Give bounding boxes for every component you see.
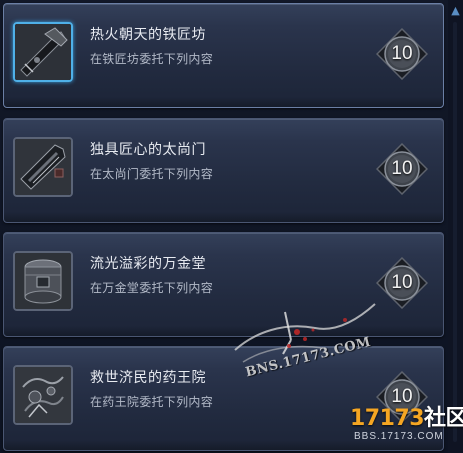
quest-title: 独具匠心的太尚门 [90, 142, 206, 158]
scroll-up-arrow-icon[interactable]: ▲ [449, 4, 462, 18]
herb-medicine-icon [13, 365, 73, 425]
quest-title: 流光溢彩的万金堂 [90, 256, 206, 272]
forge-hammer-icon [13, 22, 73, 82]
count-value: 10 [391, 43, 413, 64]
site-logo-url: BBS.17173.COM [354, 431, 444, 442]
quest-item-blacksmith[interactable]: 热火朝天的铁匠坊 在铁匠坊委托下列内容 10 [3, 3, 444, 108]
quest-item-wanjintang[interactable]: 流光溢彩的万金堂 在万金堂委托下列内容 10 [3, 232, 444, 337]
entrustment-panel: 热火朝天的铁匠坊 在铁匠坊委托下列内容 10 独具匠心的太尚门 在太尚门委托下列… [0, 0, 463, 453]
count-badge: 10 [376, 28, 428, 80]
count-badge: 10 [376, 257, 428, 309]
quest-list: 热火朝天的铁匠坊 在铁匠坊委托下列内容 10 独具匠心的太尚门 在太尚门委托下列… [0, 0, 463, 453]
treasure-chest-icon [13, 251, 73, 311]
count-value: 10 [391, 158, 413, 179]
count-value: 10 [391, 272, 413, 293]
scrollbar[interactable]: ▲ [448, 0, 463, 453]
quest-item-taishangmen[interactable]: 独具匠心的太尚门 在太尚门委托下列内容 10 [3, 118, 444, 223]
quest-title: 救世济民的药王院 [90, 370, 206, 386]
quest-description: 在万金堂委托下列内容 [90, 281, 214, 295]
blade-icon [13, 137, 73, 197]
site-logo-name: 17173社区 [350, 406, 463, 431]
quest-description: 在太尚门委托下列内容 [90, 167, 214, 181]
count-badge: 10 [376, 143, 428, 195]
scroll-track[interactable] [453, 22, 457, 442]
quest-title: 热火朝天的铁匠坊 [90, 27, 206, 43]
quest-description: 在铁匠坊委托下列内容 [90, 52, 214, 66]
quest-description: 在药王院委托下列内容 [90, 395, 214, 409]
site-logo-17173: 17173社区 BBS.17173.COM [350, 400, 463, 450]
